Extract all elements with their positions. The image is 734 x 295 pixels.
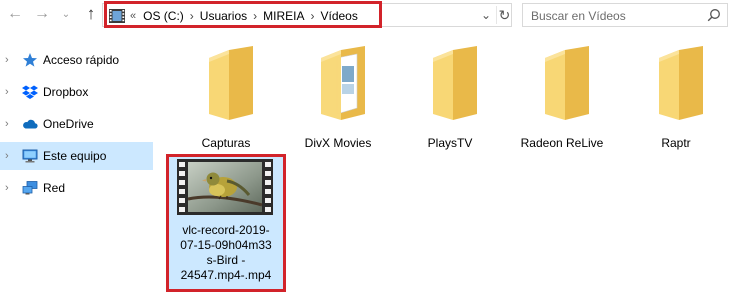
chevron-down-icon: ⌄ <box>61 8 71 20</box>
sidebar-item-label: Este equipo <box>43 149 107 163</box>
crumb-user[interactable]: MIREIA <box>263 9 304 23</box>
crumb-separator-icon[interactable]: › <box>311 9 315 23</box>
back-arrow-icon: ← <box>7 5 23 22</box>
crumb-separator-icon[interactable]: › <box>190 9 194 23</box>
video-label-line: 07-15-09h04m33 <box>180 238 272 252</box>
sidebar-item-dropbox[interactable]: › Dropbox <box>0 78 153 106</box>
video-file-label: vlc-record-2019- 07-15-09h04m33 s-Bird -… <box>171 223 281 283</box>
overflow-chevron-icon[interactable]: « <box>130 10 136 22</box>
folder-item[interactable]: Radeon ReLive <box>506 36 618 156</box>
forward-button[interactable]: → <box>31 3 53 25</box>
folder-icon <box>659 46 703 120</box>
file-view: Capturas DivX Movies PlaysTV Radeon ReLi… <box>160 36 734 295</box>
address-bar[interactable]: « OS (C:) › Usuarios › MIREIA › Vídeos ⌄… <box>102 3 512 27</box>
crumb-separator-icon[interactable]: › <box>253 9 257 23</box>
video-label-line: vlc-record-2019- <box>182 223 270 237</box>
expand-chevron-icon[interactable]: › <box>5 182 9 194</box>
expand-chevron-icon[interactable]: › <box>5 150 9 162</box>
folder-item[interactable]: Capturas <box>170 36 282 156</box>
cloud-icon <box>23 119 38 129</box>
video-file-item[interactable]: vlc-record-2019- 07-15-09h04m33 s-Bird -… <box>166 154 286 292</box>
sidebar-item-network[interactable]: › Red <box>0 174 153 202</box>
video-label-line: 24547.mp4-.mp4 <box>180 268 272 282</box>
folder-icon <box>433 46 477 120</box>
search-input[interactable]: Buscar en Vídeos <box>522 3 728 27</box>
sidebar-item-quick-access[interactable]: › Acceso rápido <box>0 46 153 74</box>
back-button[interactable]: ← <box>4 3 26 25</box>
sidebar-item-label: OneDrive <box>43 117 94 131</box>
computer-icon <box>22 149 38 163</box>
navigation-pane: › Acceso rápido › Dropbox › OneDrive › E… <box>0 40 154 295</box>
folder-label: Raptr <box>661 136 691 150</box>
folder-icon <box>321 46 365 120</box>
dropbox-icon <box>22 85 38 99</box>
folder-label: DivX Movies <box>304 136 372 150</box>
expand-chevron-icon[interactable]: › <box>5 86 9 98</box>
search-placeholder: Buscar en Vídeos <box>531 9 626 23</box>
film-icon <box>109 8 125 23</box>
crumb-drive[interactable]: OS (C:) <box>143 9 184 23</box>
folder-item[interactable]: DivX Movies <box>282 36 394 156</box>
up-button[interactable]: ↑ <box>80 3 102 25</box>
folder-label: Radeon ReLive <box>520 136 604 150</box>
folder-label: Capturas <box>201 136 251 150</box>
up-arrow-icon: ↑ <box>86 4 96 23</box>
sidebar-item-label: Red <box>43 181 66 195</box>
folder-icon <box>209 46 253 120</box>
address-dropdown-icon[interactable]: ⌄ <box>481 8 491 22</box>
network-icon <box>22 181 38 195</box>
video-thumbnail <box>177 159 273 215</box>
sidebar-item-label: Dropbox <box>43 85 89 99</box>
sidebar-item-this-pc[interactable]: › Este equipo <box>0 142 153 170</box>
recent-locations-button[interactable]: ⌄ <box>58 3 74 25</box>
video-label-line: s-Bird - <box>206 253 246 267</box>
crumb-videos[interactable]: Vídeos <box>321 9 358 23</box>
star-icon <box>23 53 37 67</box>
crumb-usuarios[interactable]: Usuarios <box>200 9 247 23</box>
sidebar-item-label: Acceso rápido <box>43 53 120 67</box>
expand-chevron-icon[interactable]: › <box>5 118 9 130</box>
navigation-bar: ← → ⌄ ↑ « OS (C:) › Usuarios › MIREIA › <box>0 0 734 30</box>
search-icon <box>707 9 720 22</box>
folder-item[interactable]: PlaysTV <box>394 36 506 156</box>
expand-chevron-icon[interactable]: › <box>5 54 9 66</box>
folder-item[interactable]: Raptr <box>620 36 732 156</box>
folder-icon <box>545 46 589 120</box>
folder-label: PlaysTV <box>427 136 473 150</box>
forward-arrow-icon: → <box>34 5 50 22</box>
breadcrumb: « OS (C:) › Usuarios › MIREIA › Vídeos <box>109 7 358 24</box>
refresh-icon[interactable]: ↻ <box>496 6 512 24</box>
sidebar-item-onedrive[interactable]: › OneDrive <box>0 110 153 138</box>
